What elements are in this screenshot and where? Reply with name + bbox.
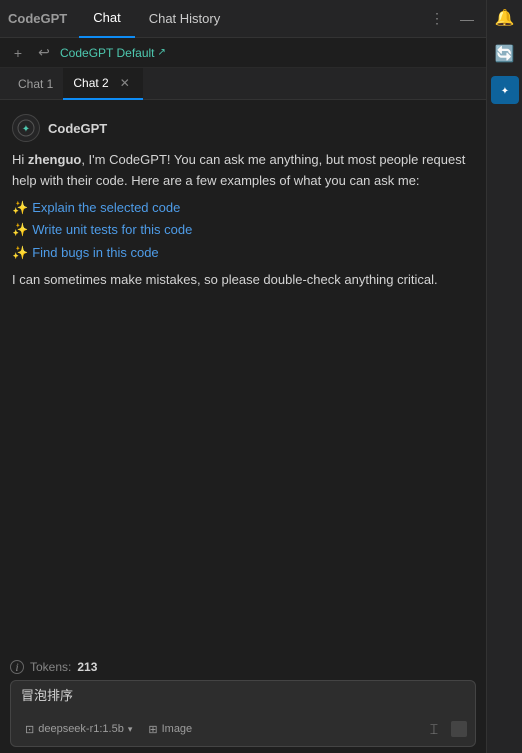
tokens-info-icon[interactable]: i [10,660,24,674]
suggestion-link-2[interactable]: Write unit tests for this code [32,220,192,241]
input-actions: ⌶ [423,718,467,740]
list-item: ✨ Explain the selected code [12,198,474,219]
list-item: ✨ Find bugs in this code [12,243,474,264]
greeting-text: Hi zhenguo, I'm CodeGPT! You can ask me … [12,150,474,192]
toolbar: + ↩ CodeGPT Default ↗ [0,38,486,68]
chat-tab-2-label: Chat 2 [73,76,108,90]
tokens-row: i Tokens: 213 [10,660,476,674]
sparkle-icon-1: ✨ [12,198,28,219]
app-name: CodeGPT [8,11,67,26]
tokens-label: Tokens: [30,660,71,674]
image-label: Image [162,723,193,735]
refresh-icon[interactable]: 🔄 [491,40,519,68]
main-panel: CodeGPT Chat Chat History ⋮ — + ↩ CodeGP… [0,0,486,753]
bottom-area: i Tokens: 213 ⊡ deepseek-r1:1.5b ▾ ⊞ Ima… [0,654,486,753]
stop-button[interactable] [451,721,467,737]
cursor-icon: ⌶ [423,718,445,740]
chat-tabs: Chat 1 Chat 2 ✕ [0,68,486,100]
list-item: ✨ Write unit tests for this code [12,220,474,241]
notifications-icon[interactable]: 🔔 [491,4,519,32]
tokens-count: 213 [77,660,97,674]
suggestion-list: ✨ Explain the selected code ✨ Write unit… [12,198,474,264]
tab-chat[interactable]: Chat [79,0,134,38]
message-body: Hi zhenguo, I'm CodeGPT! You can ask me … [12,150,474,291]
title-bar: CodeGPT Chat Chat History ⋮ — [0,0,486,38]
tab-chat-history[interactable]: Chat History [135,0,235,38]
minimize-icon[interactable]: — [456,9,478,29]
more-options-icon[interactable]: ⋮ [426,8,448,29]
sparkle-icon-3: ✨ [12,243,28,264]
model-selector-button[interactable]: ⊡ deepseek-r1:1.5b ▾ [21,721,136,738]
chat-content: ✦ CodeGPT Hi zhenguo, I'm CodeGPT! You c… [0,100,486,654]
bot-name: CodeGPT [48,121,107,136]
sidebar-right: 🔔 🔄 ✦ [486,0,522,753]
tab-chat-history-label: Chat History [149,11,221,26]
suggestion-link-3[interactable]: Find bugs in this code [32,243,158,264]
title-bar-actions: ⋮ — [426,8,478,29]
chat-tab-1[interactable]: Chat 1 [8,68,63,100]
model-name: CodeGPT Default [60,46,155,60]
suggestion-link-1[interactable]: Explain the selected code [32,198,180,219]
new-chat-button[interactable]: + [8,43,28,63]
close-tab-2-icon[interactable]: ✕ [117,75,133,91]
chat-input[interactable] [21,687,467,709]
model-arrow-icon: ↗ [158,47,166,58]
sparkle-icon-2: ✨ [12,220,28,241]
model-selector-label: deepseek-r1:1.5b [38,723,124,735]
model-link[interactable]: CodeGPT Default ↗ [60,46,166,60]
image-button[interactable]: ⊞ Image [144,721,196,738]
username: zhenguo [28,152,81,167]
codegpt-icon[interactable]: ✦ [491,76,519,104]
bot-header: ✦ CodeGPT [12,114,474,142]
svg-text:✦: ✦ [500,86,508,97]
footer-text: I can sometimes make mistakes, so please… [12,270,474,291]
chat-tab-2[interactable]: Chat 2 ✕ [63,68,142,100]
avatar: ✦ [12,114,40,142]
model-icon: ⊡ [25,723,34,736]
input-toolbar: ⊡ deepseek-r1:1.5b ▾ ⊞ Image ⌶ [21,718,467,740]
tab-nav: Chat Chat History [79,0,426,38]
tab-chat-label: Chat [93,10,120,25]
chevron-down-icon: ▾ [128,724,133,735]
image-icon: ⊞ [148,723,157,736]
svg-text:✦: ✦ [22,124,30,135]
chat-tab-1-label: Chat 1 [18,77,53,91]
back-button[interactable]: ↩ [34,43,54,63]
input-container: ⊡ deepseek-r1:1.5b ▾ ⊞ Image ⌶ [10,680,476,747]
